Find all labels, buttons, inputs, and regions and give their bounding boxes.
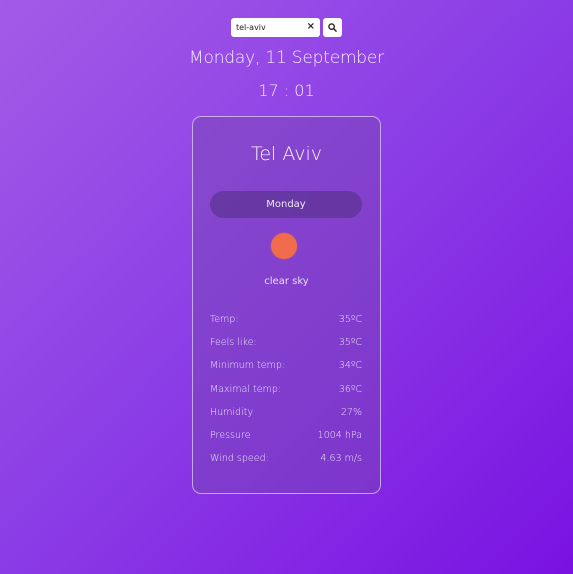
- search-button[interactable]: [323, 18, 342, 37]
- detail-label: Minimum temp:: [210, 360, 286, 372]
- detail-row-wind-speed: Wind speed: 4.63 m/s: [210, 453, 362, 476]
- detail-label: Maximal temp:: [210, 383, 282, 395]
- detail-row-pressure: Pressure 1004 hPa: [210, 430, 362, 453]
- search-icon: [328, 23, 337, 32]
- detail-label: Wind speed:: [210, 453, 269, 465]
- detail-label: Humidity: [210, 406, 254, 418]
- detail-label: Pressure: [210, 429, 251, 441]
- clear-icon[interactable]: ×: [307, 21, 315, 33]
- detail-value: 35ºC: [338, 314, 362, 325]
- search-input[interactable]: [236, 20, 304, 35]
- detail-value: 27%: [340, 406, 362, 418]
- weather-description: clear sky: [264, 276, 309, 287]
- search-bar: ×: [231, 18, 342, 37]
- detail-row-humidity: Humidity 27%: [210, 407, 362, 430]
- weather-details: Temp: 35ºC Feels like: 35ºC Minimum temp…: [210, 314, 362, 476]
- detail-value: 36ºC: [338, 383, 362, 395]
- detail-label: Temp:: [210, 314, 239, 325]
- detail-value: 35ºC: [338, 337, 362, 349]
- sun-icon: [271, 233, 297, 259]
- detail-row-max-temp: Maximal temp: 36ºC: [210, 384, 362, 407]
- detail-row-temp: Temp: 35ºC: [210, 314, 362, 337]
- current-time: 17 : 01: [258, 81, 315, 100]
- city-name: Tel Aviv: [250, 143, 323, 165]
- search-input-box: ×: [231, 18, 320, 37]
- day-badge: Monday: [210, 191, 362, 218]
- detail-label: Feels like:: [210, 337, 257, 349]
- detail-value: 34ºC: [338, 360, 362, 372]
- detail-value: 1004 hPa: [317, 429, 362, 441]
- detail-value: 4.63 m/s: [320, 453, 362, 465]
- detail-row-feels-like: Feels like: 35ºC: [210, 337, 362, 360]
- current-date: Monday, 11 September: [189, 48, 384, 68]
- detail-row-min-temp: Minimum temp: 34ºC: [210, 360, 362, 383]
